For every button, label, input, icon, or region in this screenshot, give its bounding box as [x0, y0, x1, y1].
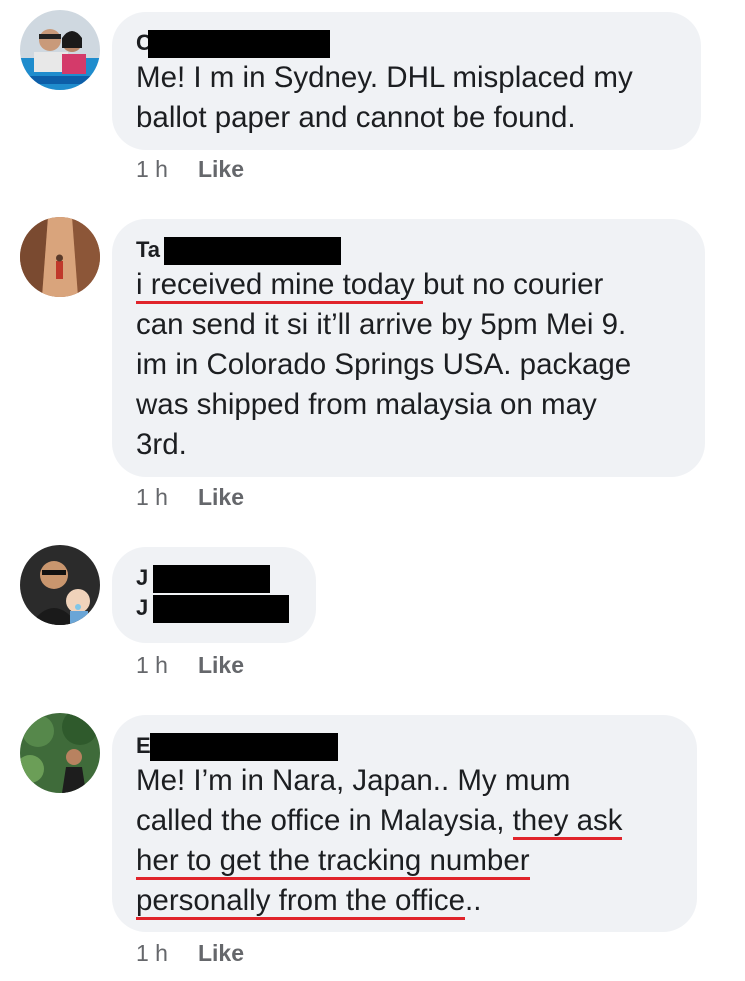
commenter-name[interactable]: C: [136, 28, 677, 58]
profile-photo-icon: [20, 545, 100, 625]
redaction-bar: [150, 733, 338, 761]
timestamp: 1 h: [136, 156, 168, 182]
avatar[interactable]: [20, 713, 100, 793]
comment-bubble: J J: [112, 547, 316, 643]
underlined-text: personally from the office: [136, 884, 466, 920]
commenter-second-line: J: [136, 593, 292, 623]
comment-meta: 1 h Like: [136, 482, 244, 512]
timestamp: 1 h: [136, 652, 168, 678]
comment-bubble: Ta i received mine today but no courier c…: [112, 219, 705, 477]
avatar[interactable]: [20, 545, 100, 625]
redaction-bar: [153, 565, 270, 593]
profile-photo-icon: [20, 10, 100, 90]
underlined-text: her to get the tracking number: [136, 844, 530, 880]
comment-meta: 1 h Like: [136, 154, 244, 184]
avatar[interactable]: [20, 217, 100, 297]
comment-bubble: E Me! I’m in Nara, Japan.. My mum called …: [112, 715, 697, 932]
timestamp: 1 h: [136, 940, 168, 966]
redaction-bar: [148, 30, 330, 58]
comment-meta: 1 h Like: [136, 938, 244, 968]
timestamp: 1 h: [136, 484, 168, 510]
like-button[interactable]: Like: [198, 156, 244, 182]
underlined-text: i received mine today: [136, 268, 423, 304]
redaction-bar: [164, 237, 341, 265]
underlined-text: they ask: [512, 804, 623, 840]
comment-meta: 1 h Like: [136, 650, 244, 680]
commenter-name[interactable]: Ta: [136, 235, 681, 265]
comment-text: i received mine today but no courier can …: [136, 268, 632, 461]
commenter-name[interactable]: E: [136, 731, 673, 761]
comment-text: Me! I’m in Nara, Japan.. My mum called th…: [136, 761, 673, 921]
comment-bubble: C Me! I m in Sydney. DHL misplaced my bal…: [112, 12, 701, 150]
redaction-bar: [153, 595, 289, 623]
like-button[interactable]: Like: [198, 484, 244, 510]
profile-photo-icon: [20, 713, 100, 793]
commenter-name[interactable]: J: [136, 563, 292, 593]
comment-text: Me! I m in Sydney. DHL misplaced my ballo…: [136, 61, 633, 134]
like-button[interactable]: Like: [198, 940, 244, 966]
like-button[interactable]: Like: [198, 652, 244, 678]
avatar[interactable]: [20, 10, 100, 90]
profile-photo-icon: [20, 217, 100, 297]
